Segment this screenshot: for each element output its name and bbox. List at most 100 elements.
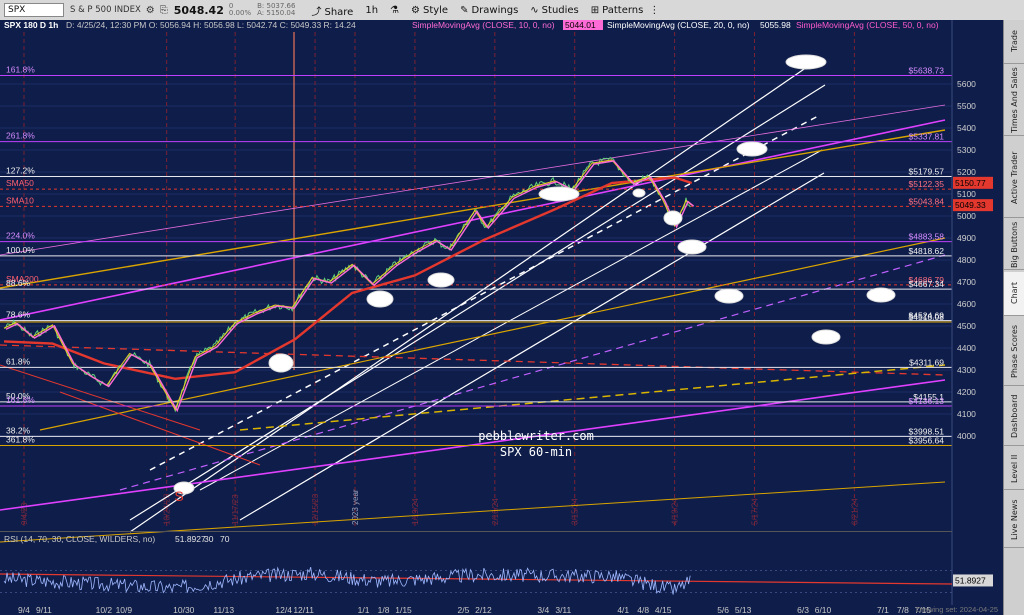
price-tick-label: 5200 [957, 167, 976, 177]
time-tick-label: 2/5 [458, 605, 470, 615]
price-tick-label: 5600 [957, 79, 976, 89]
last-price: 5048.42 [173, 3, 224, 17]
chart-header: SPX 180 D 1h D: 4/25/24, 12:30 PM O: 505… [0, 20, 960, 31]
symbol-description: S & P 500 INDEX [70, 5, 141, 15]
date-marker-label: 2/16/24 [491, 498, 500, 525]
time-tick-label: 9/11 [36, 605, 52, 615]
price-tick-label: 4800 [957, 255, 976, 265]
drawings-button[interactable]: ✎ Drawings [460, 5, 518, 16]
level-value: $5179.57 [909, 166, 945, 176]
date-marker-label: 5/17/24 [751, 498, 760, 525]
target-oval [538, 186, 580, 202]
level-label: 127.2% [6, 165, 35, 175]
side-tab-phase-scores[interactable]: Phase Scores [1004, 318, 1024, 386]
level-value: $5337.81 [909, 132, 945, 142]
time-tick-label: 3/11 [555, 605, 571, 615]
flask-button[interactable]: ⚗ [390, 5, 399, 16]
level-label: 361.8% [6, 435, 35, 445]
pencil-icon: ✎ [460, 4, 469, 16]
price-chart[interactable]: 9/4/23 10/24/23 11/17/23 12/15/23 2023 year 1… [0, 20, 1003, 615]
price-axis: 5600 5500 5400 5300 5200 5100 5000 4900 4800 4700… [951, 20, 1003, 615]
ohlc-readout: D: 4/25/24, 12:30 PM O: 5056.94 H: 5056.… [66, 20, 356, 30]
price-tick-label: 5400 [957, 123, 976, 133]
settings-icon[interactable]: ⚙ [146, 5, 155, 16]
studies-button[interactable]: ∿ Studies [530, 5, 579, 16]
price-tick-label: 5500 [957, 101, 976, 111]
sma10-label: SimpleMovingAvg (CLOSE, 10, 0, no) [412, 20, 555, 30]
price-tick-label: 5000 [957, 211, 976, 221]
level-label: SMA10 [6, 195, 34, 205]
link-icon[interactable]: ⎘ [160, 5, 168, 16]
level-label: 224.0% [6, 231, 35, 241]
date-marker-label: 12/15/23 [311, 493, 320, 525]
sma20-value: 5055.98 [760, 20, 791, 30]
watermark-url: pebblewriter.com [478, 429, 594, 443]
side-tab-times-and-sales[interactable]: Times And Sales [1004, 66, 1024, 136]
time-tick-label: 7/1 [877, 605, 889, 615]
chart-title: SPX 180 D 1h [4, 20, 58, 30]
flask-icon: ⚗ [390, 4, 399, 16]
level-value: $4311.69 [909, 357, 944, 367]
time-tick-label: 1/1 [358, 605, 370, 615]
side-tab-active-trader[interactable]: Active Trader [1004, 138, 1024, 218]
patterns-button[interactable]: ⊞ Patterns [591, 5, 644, 16]
price-tick-label: 4700 [957, 277, 976, 287]
net-change: 0 0.00% [228, 2, 252, 17]
side-tab-level-ii[interactable]: Level II [1004, 448, 1024, 490]
symbol-input[interactable]: SPX [4, 3, 64, 17]
sma10-value: 5044.01 [565, 20, 596, 30]
side-tab-trade[interactable]: Trade [1004, 20, 1024, 64]
target-oval [677, 239, 707, 255]
sma50-label: SimpleMovingAvg (CLOSE, 50, 0, no) [796, 20, 939, 30]
share-icon: ⤴ [311, 6, 322, 18]
rsi-label: RSI (14, 70, 30, CLOSE, WILDERS, no) [4, 534, 155, 544]
price-tick-label: 4100 [957, 409, 976, 419]
rsi-ob: 30 [204, 534, 214, 544]
time-tick-label: 1/15 [395, 605, 412, 615]
level-value: $5043.84 [909, 196, 945, 206]
date-marker-label: 11/17/23 [231, 494, 240, 525]
level-value: $4136.13 [909, 396, 945, 406]
side-tab-live-news[interactable]: Live News [1004, 492, 1024, 548]
time-tick-label: 3/4 [537, 605, 549, 615]
side-tab-big-buttons[interactable]: Big Buttons [1004, 220, 1024, 270]
target-oval [632, 188, 646, 198]
trading-app: SPX S & P 500 INDEX ⚙ ⎘ 5048.42 0 0.00% … [0, 0, 1024, 615]
time-tick-label: 12/11 [293, 605, 314, 615]
share-button[interactable]: ⤴ Share [311, 3, 353, 18]
timeframe-button[interactable]: 1h [365, 5, 378, 16]
rsi-os: 70 [220, 534, 230, 544]
price-tick-label: 5100 [957, 189, 976, 199]
time-tick-label: 11/13 [213, 605, 234, 615]
level-value: $4883.58 [909, 232, 945, 242]
target-oval [268, 353, 294, 373]
more-icon[interactable]: ⋮ [649, 5, 659, 16]
target-oval [811, 329, 841, 345]
time-axis-bg [0, 605, 1003, 615]
level-value: $4667.34 [909, 279, 945, 289]
price-tick-label: 4400 [957, 343, 976, 353]
side-tab-chart[interactable]: Chart [1004, 272, 1024, 316]
time-tick-label: 12/4 [275, 605, 292, 615]
watermark-title: SPX 60-min [500, 445, 572, 459]
style-button[interactable]: ⚙ Style [411, 5, 448, 16]
level-label: 61.8% [6, 356, 31, 366]
time-tick-label: 6/3 [797, 605, 809, 615]
gear-icon: ⚙ [411, 4, 420, 16]
side-tab-dashboard[interactable]: Dashboard [1004, 388, 1024, 446]
target-oval [785, 54, 827, 70]
time-tick-label: 2/12 [475, 605, 492, 615]
date-marker-label: 1/19/24 [411, 498, 420, 525]
time-tick-label: 10/30 [173, 605, 195, 615]
studies-icon: ∿ [530, 4, 539, 16]
price-tick-label: 4300 [957, 365, 976, 375]
target-oval [427, 272, 455, 288]
time-tick-label: 5/13 [735, 605, 752, 615]
time-tick-label: 4/8 [637, 605, 649, 615]
price-tag-label: 5049.33 [955, 200, 986, 210]
price-tag-label: 5150.77 [955, 178, 986, 188]
price-tick-label: 4600 [957, 299, 976, 309]
time-tick-label: 7/8 [897, 605, 909, 615]
time-tick-label: 4/15 [655, 605, 672, 615]
time-tick-label: 4/1 [617, 605, 629, 615]
